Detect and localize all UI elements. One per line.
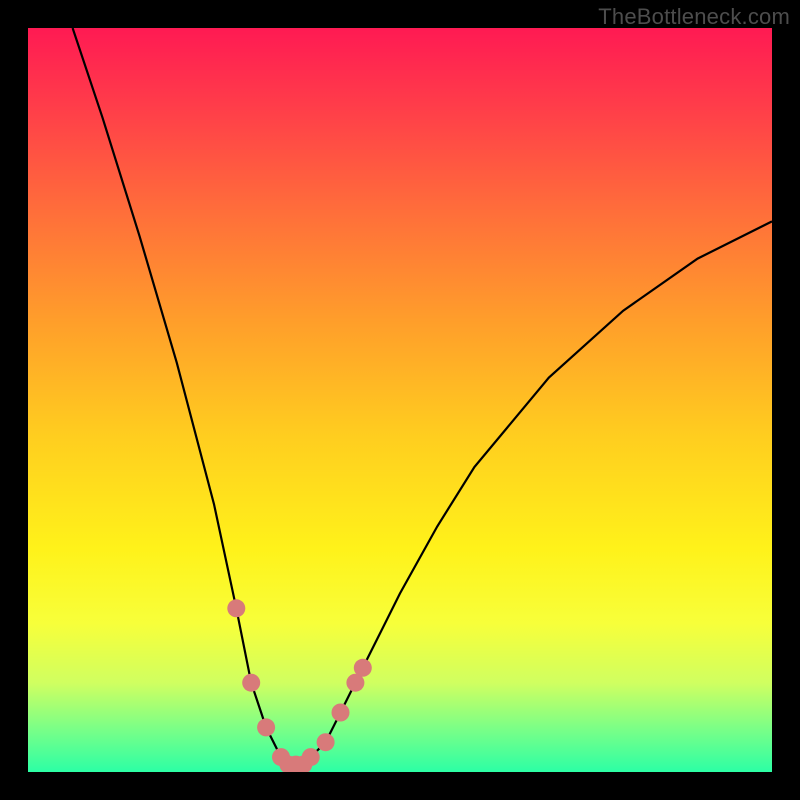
valley-dot	[354, 659, 372, 677]
valley-dot	[227, 599, 245, 617]
valley-dot	[242, 674, 260, 692]
chart-frame: TheBottleneck.com	[0, 0, 800, 800]
valley-dot	[257, 718, 275, 736]
valley-dots-group	[227, 599, 371, 772]
bottleneck-curve-svg	[28, 28, 772, 772]
valley-dot	[317, 733, 335, 751]
valley-dot	[332, 704, 350, 722]
plot-area	[28, 28, 772, 772]
watermark-text: TheBottleneck.com	[598, 4, 790, 30]
valley-dot	[302, 748, 320, 766]
bottleneck-curve-path	[73, 28, 772, 765]
